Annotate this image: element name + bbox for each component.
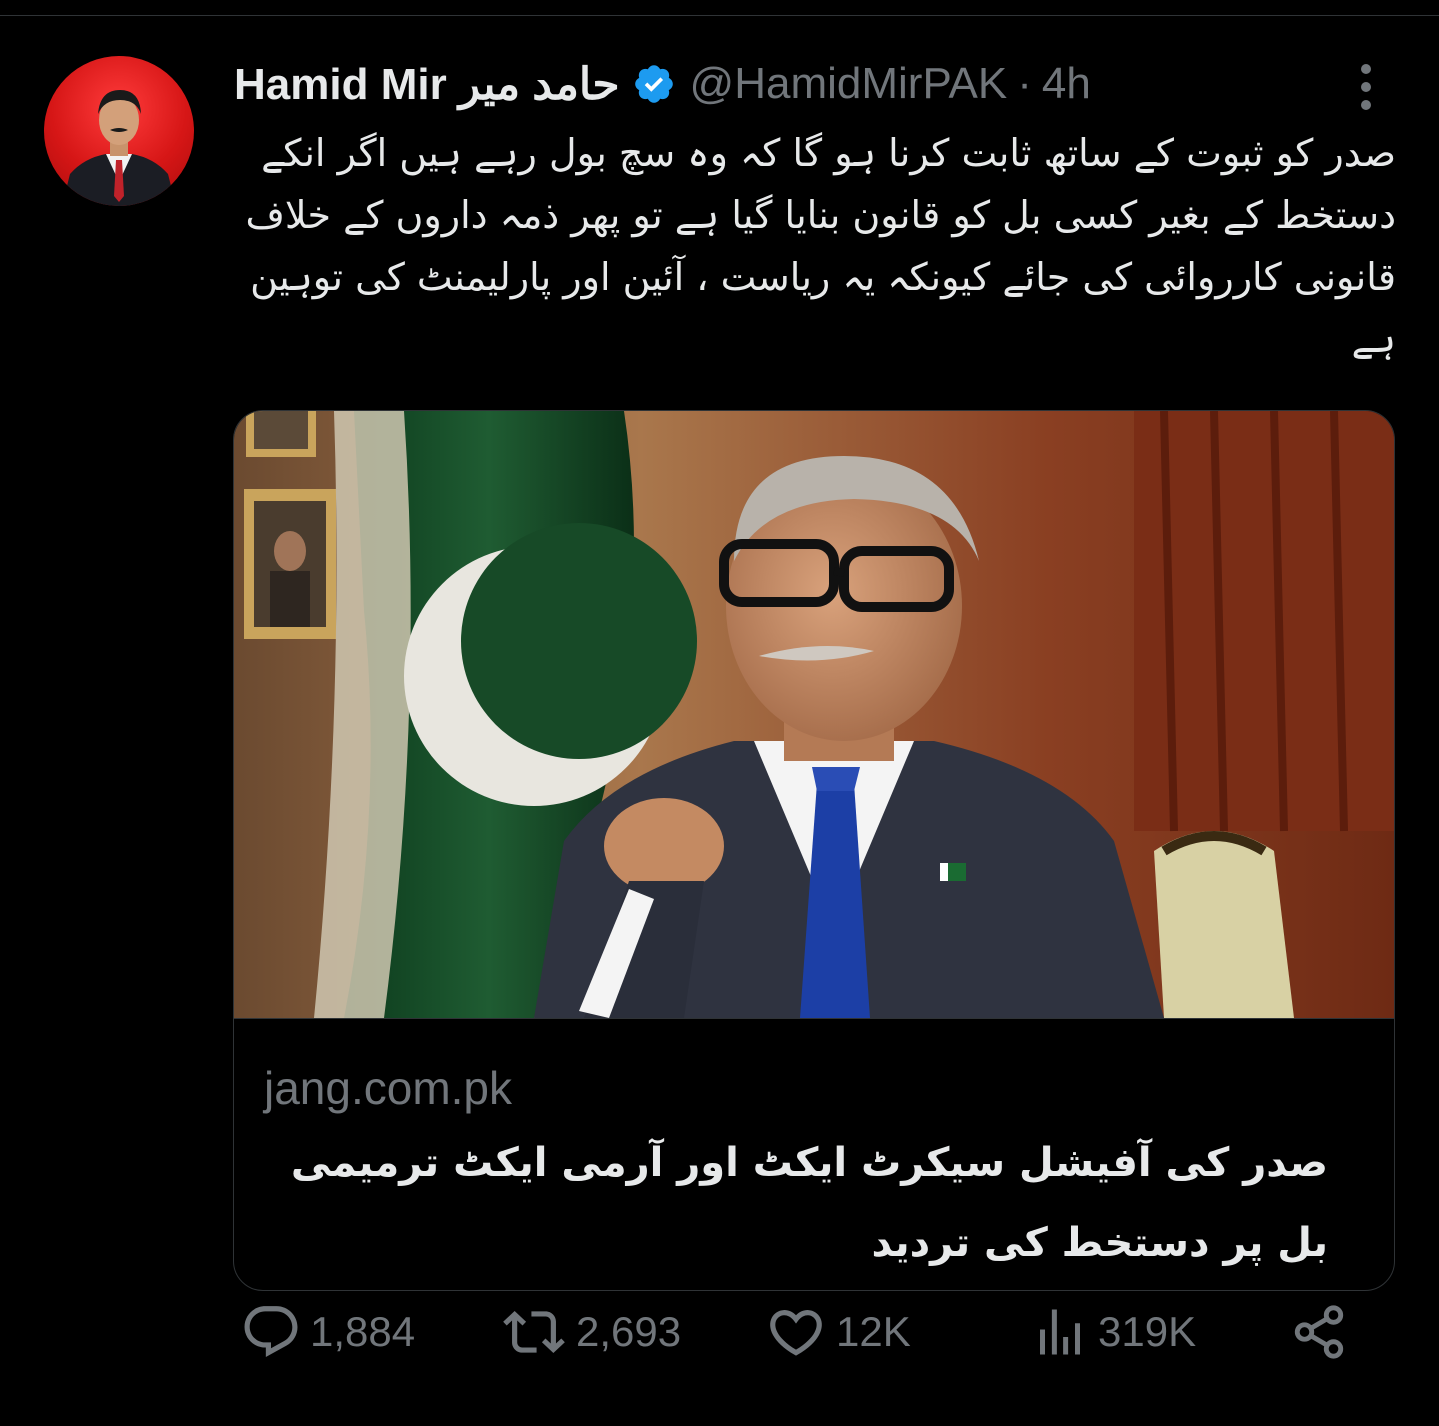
like-button[interactable]: 12K <box>764 1300 911 1364</box>
avatar[interactable] <box>44 56 194 206</box>
author-display-name[interactable]: Hamid Mir حامد میر <box>234 59 620 110</box>
like-count: 12K <box>836 1308 911 1355</box>
retweet-count: 2,693 <box>576 1308 682 1355</box>
card-domain: jang.com.pk <box>264 1062 513 1114</box>
verified-badge-icon[interactable] <box>632 62 676 106</box>
author-handle[interactable]: @HamidMirPAK <box>690 59 1008 109</box>
avatar-photo <box>62 90 176 206</box>
tweet-header: Hamid Mir حامد میر @HamidMirPAK · 4h <box>234 56 1091 112</box>
timestamp[interactable]: 4h <box>1042 59 1091 109</box>
reply-button[interactable]: 1,884 <box>240 1300 415 1364</box>
more-vertical-icon[interactable] <box>1344 60 1388 114</box>
heart-icon <box>770 1310 822 1356</box>
card-image <box>234 411 1394 1018</box>
retweet-icon <box>503 1311 565 1353</box>
views-icon <box>1040 1309 1080 1355</box>
tweet-text: صدر کو ثبوت کے ساتھ ثابت کرنا ہو گا کہ و… <box>245 131 1396 361</box>
reply-count: 1,884 <box>310 1308 416 1355</box>
top-divider <box>0 0 1439 16</box>
link-card[interactable]: jang.com.pk صدر کی آفیشل سیکرٹ ایکٹ اور … <box>233 410 1395 1291</box>
share-button[interactable] <box>1290 1300 1348 1364</box>
share-icon <box>1294 1305 1344 1359</box>
views-button[interactable]: 319K <box>1030 1300 1196 1364</box>
action-bar: 1,884 2,693 12K 319K <box>0 1300 1439 1370</box>
separator-dot: · <box>1017 59 1032 108</box>
retweet-button[interactable]: 2,693 <box>500 1300 681 1364</box>
card-title: صدر کی آفیشل سیکرٹ ایکٹ اور آرمی ایکٹ تر… <box>290 1140 1328 1266</box>
card-divider <box>234 1018 1394 1019</box>
views-count: 319K <box>1098 1308 1197 1355</box>
reply-icon <box>244 1306 298 1358</box>
